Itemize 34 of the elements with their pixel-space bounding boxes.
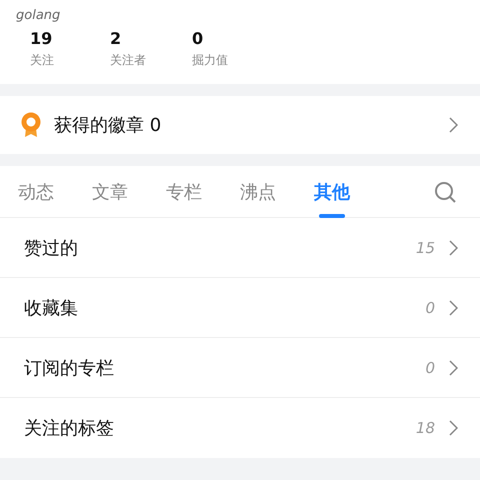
stat-value: 0 — [192, 29, 204, 48]
search-icon[interactable] — [434, 180, 456, 202]
stat-label: 掘力值 — [192, 52, 228, 69]
tab[interactable]: 动态 — [18, 180, 54, 204]
item-label: 关注的标签 — [24, 417, 115, 440]
tab[interactable]: 专栏 — [166, 180, 202, 204]
tab-indicator — [319, 214, 345, 218]
tab[interactable]: 其他 — [314, 180, 350, 204]
list-item[interactable]: 订阅的专栏 0 — [0, 338, 480, 398]
list-item[interactable]: 关注的标签 18 — [0, 398, 480, 458]
medal-icon — [20, 112, 42, 138]
chevron-right-icon — [449, 360, 458, 376]
chevron-right-icon — [449, 300, 458, 316]
stat-label: 关注者 — [110, 52, 146, 69]
item-label: 收藏集 — [24, 296, 79, 320]
list-item[interactable]: 赞过的 15 — [0, 218, 480, 278]
chevron-right-icon — [449, 420, 458, 436]
item-label: 赞过的 — [24, 236, 79, 260]
badges-label: 获得的徽章 0 — [54, 114, 162, 137]
item-count: 0 — [425, 298, 435, 316]
stat-label: 关注 — [30, 52, 54, 69]
item-count: 18 — [416, 419, 435, 437]
stat-value: 2 — [110, 29, 122, 48]
tab[interactable]: 沸点 — [240, 180, 276, 204]
badges-row[interactable]: 获得的徽章 0 — [0, 96, 480, 154]
chevron-right-icon — [449, 240, 458, 256]
item-count: 0 — [425, 358, 435, 376]
chevron-right-icon — [449, 117, 458, 133]
list-item[interactable]: 收藏集 0 — [0, 278, 480, 338]
tab[interactable]: 文章 — [92, 180, 128, 204]
stat-value: 19 — [30, 29, 52, 48]
item-label: 订阅的专栏 — [24, 356, 115, 380]
username: golang — [16, 8, 60, 23]
item-count: 15 — [416, 238, 435, 256]
